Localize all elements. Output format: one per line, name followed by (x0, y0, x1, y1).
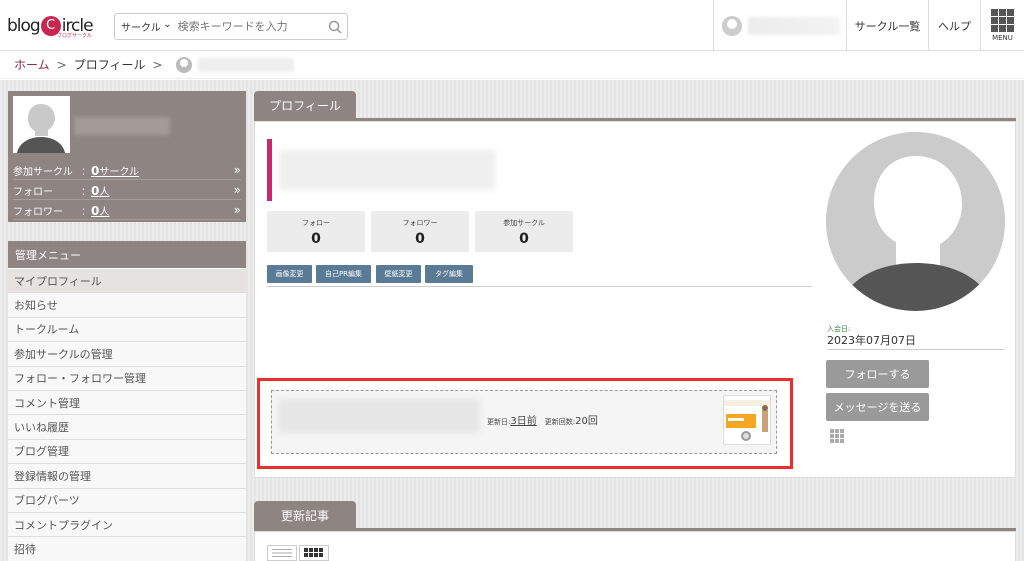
user-stat-label: フォロー (13, 186, 53, 198)
update-count-value: 20回 (575, 416, 598, 427)
logo[interactable]: blog Circle ブログサークル (7, 13, 94, 39)
default-avatar-icon (13, 96, 70, 153)
stat-value: 0 (519, 231, 529, 247)
menu-item-circles[interactable]: 参加サークルの管理 (8, 342, 246, 367)
menu-item-comments[interactable]: コメント管理 (8, 390, 246, 416)
menu-item-blog-parts[interactable]: ブログパーツ (8, 488, 246, 513)
colon: ： (81, 186, 91, 198)
menu-button[interactable]: MENU (980, 0, 1024, 51)
avatar (175, 56, 192, 73)
double-chevron-right-icon[interactable]: » (229, 203, 241, 217)
search-category-label: サークル (121, 23, 161, 34)
blog-card[interactable]: 更新日: 3日前 更新回数: 20回 (271, 390, 777, 454)
header-user[interactable] (713, 0, 846, 51)
double-chevron-right-icon[interactable]: » (229, 183, 241, 197)
stat-value: 0 (415, 231, 425, 247)
stat-label: 参加サークル (503, 219, 545, 227)
stat-label: フォロー (302, 219, 330, 227)
grid-menu-icon (991, 9, 1014, 32)
menu-item-follow-management[interactable]: フォロー・フォロワー管理 (8, 366, 246, 391)
menu-label: MENU (992, 34, 1013, 42)
colon: ： (81, 166, 91, 178)
recent-articles-panel (254, 531, 1016, 561)
tab-profile[interactable]: プロフィール (254, 91, 356, 120)
profile-name-redacted (279, 150, 495, 190)
stat-value: 0 (311, 231, 321, 247)
list-view-button[interactable] (267, 545, 297, 561)
update-count-label: 更新回数: (544, 418, 576, 426)
profile-avatar[interactable] (826, 132, 1005, 311)
follow-button[interactable]: フォローする (826, 360, 929, 388)
search-bar: サークル ⌄ (114, 13, 348, 40)
menu-title: 管理メニュー (8, 241, 246, 269)
stat-label: フォロワー (402, 219, 438, 227)
colon: ： (81, 206, 91, 218)
stat-follower[interactable]: フォロワー 0 (371, 211, 469, 252)
breadcrumb-home[interactable]: ホーム (14, 56, 50, 73)
send-message-button[interactable]: メッセージを送る (826, 393, 929, 421)
grid-view-icon (304, 548, 323, 557)
blog-title-redacted (278, 399, 480, 433)
join-date: 2023年07月07日 (827, 334, 916, 347)
menu-item-blog-management[interactable]: ブログ管理 (8, 439, 246, 465)
breadcrumb-separator: > (56, 57, 67, 72)
user-stat-label: 参加サークル (13, 166, 73, 178)
user-photo[interactable] (13, 96, 70, 153)
highlight-box: 更新日: 3日前 更新回数: 20回 (257, 378, 793, 469)
double-chevron-right-icon[interactable]: » (229, 163, 241, 177)
edit-tags-button[interactable]: タグ編集 (425, 265, 473, 283)
menu-item-account[interactable]: 登録情報の管理 (8, 464, 246, 489)
user-stat-row-follower[interactable]: フォロワー ：0人 » (13, 201, 241, 220)
user-stat-label: フォロワー (13, 206, 63, 218)
header: blogCircle ブログサークル サークル ⌄ サークル一覧 ヘルプ MEN… (0, 0, 1024, 51)
search-icon[interactable] (323, 15, 347, 39)
circle-list-link[interactable]: サークル一覧 (846, 0, 928, 51)
change-wallpaper-button[interactable]: 壁紙変更 (376, 265, 421, 283)
chevron-down-icon: ⌄ (163, 19, 172, 30)
menu-item-comment-plugin[interactable]: コメントプラグイン (8, 512, 246, 538)
stat-circles[interactable]: 参加サークル 0 (475, 211, 573, 252)
user-stat-unit: 人 (99, 206, 110, 218)
name-accent-bar (267, 139, 272, 201)
updated-label: 更新日: (487, 418, 511, 426)
user-stat-unit: 人 (99, 186, 110, 198)
menu-item-talk-room[interactable]: トークルーム (8, 317, 246, 343)
username-redacted (197, 57, 294, 72)
divider (267, 286, 812, 287)
logo-text: blog (7, 16, 41, 36)
change-image-button[interactable]: 画像変更 (267, 265, 312, 283)
user-stat-row-follow[interactable]: フォロー ：0人 » (13, 181, 241, 200)
grid-view-button[interactable] (299, 545, 329, 561)
management-menu: 管理メニュー マイプロフィール お知らせ トークルーム 参加サークルの管理 フォ… (8, 241, 246, 561)
search-category-select[interactable]: サークル ⌄ (115, 19, 178, 34)
user-card: 参加サークル ：0サークル » フォロー ：0人 » フォロワー ：0人 » (8, 91, 246, 222)
user-stat-unit: サークル (99, 166, 140, 178)
list-view-icon (272, 549, 292, 557)
user-stat-row-circles[interactable]: 参加サークル ：0サークル » (13, 161, 241, 180)
breadcrumb-profile[interactable]: プロフィール (74, 56, 146, 73)
stat-follow[interactable]: フォロー 0 (267, 211, 365, 252)
menu-item-my-profile[interactable]: マイプロフィール (8, 269, 246, 294)
edit-pr-button[interactable]: 自己PR編集 (316, 265, 371, 283)
grid-icon[interactable] (830, 429, 844, 443)
username-redacted (74, 117, 170, 135)
menu-item-notifications[interactable]: お知らせ (8, 293, 246, 318)
avatar (722, 15, 742, 36)
search-input[interactable] (177, 14, 323, 39)
username-redacted (748, 16, 840, 35)
blog-meta: 更新日: 3日前 更新回数: 20回 (487, 412, 598, 427)
breadcrumb-separator: > (152, 57, 163, 72)
logo-sub: ブログサークル (57, 33, 92, 39)
menu-item-likes[interactable]: いいね履歴 (8, 415, 246, 440)
divider (827, 349, 1004, 350)
profile-panel: フォロー 0 フォロワー 0 参加サークル 0 画像変更 自己PR編集 壁紙変更… (254, 121, 1016, 478)
updated-value[interactable]: 3日前 (510, 412, 536, 427)
blog-thumbnail[interactable] (723, 395, 771, 445)
help-link[interactable]: ヘルプ (928, 0, 980, 51)
tab-recent-articles[interactable]: 更新記事 (254, 501, 356, 530)
breadcrumb: ホーム > プロフィール > (0, 51, 1024, 79)
default-avatar-icon (826, 132, 1005, 311)
menu-item-invite[interactable]: 招待 (8, 537, 246, 561)
